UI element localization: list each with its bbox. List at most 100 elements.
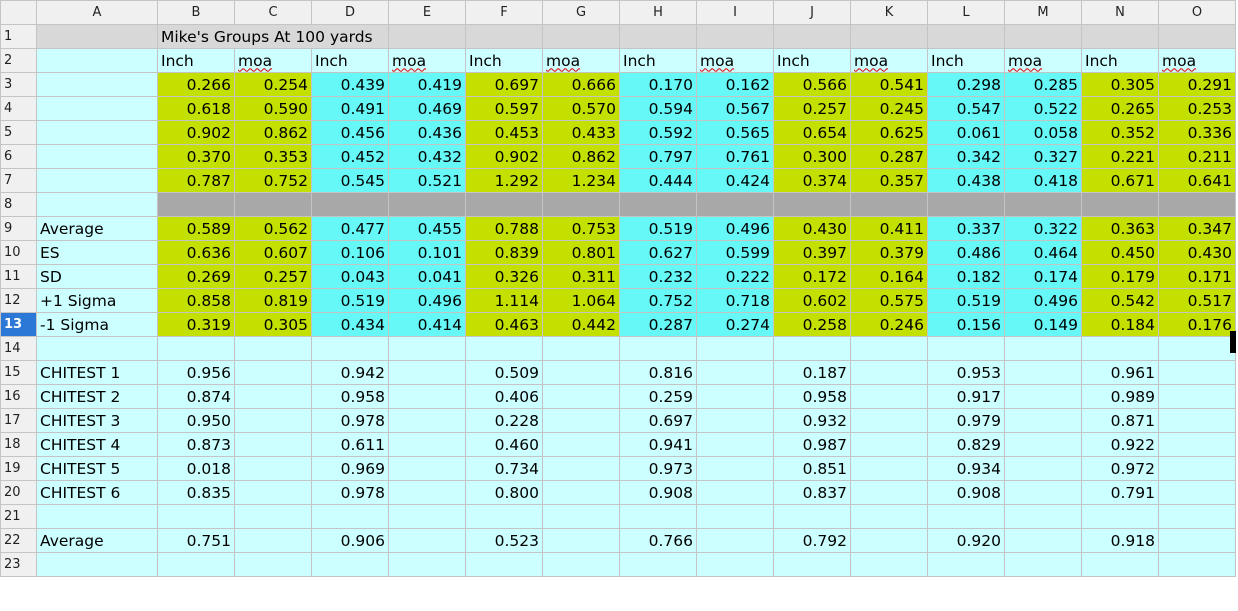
- select-all-corner[interactable]: [0, 0, 37, 25]
- cell[interactable]: [696, 408, 774, 433]
- stat-cell[interactable]: 0.434: [311, 312, 389, 337]
- separator-cell[interactable]: [1158, 192, 1236, 217]
- data-cell[interactable]: 1.292: [465, 168, 543, 193]
- unit-label-inch[interactable]: Inch: [1081, 48, 1159, 73]
- stat-cell[interactable]: 0.182: [927, 264, 1005, 289]
- stat-cell[interactable]: 0.575: [850, 288, 928, 313]
- average-cell[interactable]: 0.523: [465, 528, 543, 553]
- row-header-9[interactable]: 9: [0, 216, 37, 241]
- data-cell[interactable]: 0.565: [696, 120, 774, 145]
- data-cell[interactable]: 0.597: [465, 96, 543, 121]
- chitest-cell[interactable]: 0.987: [773, 432, 851, 457]
- column-header-o[interactable]: O: [1158, 0, 1236, 25]
- stat-label[interactable]: +1 Sigma: [36, 288, 158, 313]
- cell[interactable]: [36, 192, 158, 217]
- stat-cell[interactable]: 0.149: [1004, 312, 1082, 337]
- cell[interactable]: [1158, 360, 1236, 385]
- cell[interactable]: [1158, 504, 1236, 529]
- cell[interactable]: [1004, 528, 1082, 553]
- data-cell[interactable]: 0.298: [927, 72, 1005, 97]
- data-cell[interactable]: 0.266: [157, 72, 235, 97]
- cell[interactable]: [1158, 552, 1236, 577]
- unit-label-moa[interactable]: moa: [388, 48, 466, 73]
- data-cell[interactable]: 0.061: [927, 120, 1005, 145]
- unit-label-inch[interactable]: Inch: [927, 48, 1005, 73]
- row-header-2[interactable]: 2: [0, 48, 37, 73]
- cell[interactable]: [1158, 24, 1236, 49]
- chitest-cell[interactable]: 0.972: [1081, 456, 1159, 481]
- stat-cell[interactable]: 0.463: [465, 312, 543, 337]
- cell[interactable]: [388, 384, 466, 409]
- cell[interactable]: [542, 384, 620, 409]
- cell[interactable]: [542, 528, 620, 553]
- cell[interactable]: [850, 336, 928, 361]
- cell[interactable]: [388, 552, 466, 577]
- cell[interactable]: [696, 456, 774, 481]
- stat-cell[interactable]: 0.257: [234, 264, 312, 289]
- unit-label-moa[interactable]: moa: [234, 48, 312, 73]
- data-cell[interactable]: 0.521: [388, 168, 466, 193]
- cell[interactable]: [542, 432, 620, 457]
- column-header-a[interactable]: A: [36, 0, 158, 25]
- chitest-cell[interactable]: 0.871: [1081, 408, 1159, 433]
- row-header-4[interactable]: 4: [0, 96, 37, 121]
- cell[interactable]: [36, 504, 158, 529]
- cell[interactable]: [234, 408, 312, 433]
- cell[interactable]: [1004, 552, 1082, 577]
- stat-cell[interactable]: 0.287: [619, 312, 697, 337]
- stat-cell[interactable]: 0.442: [542, 312, 620, 337]
- cell[interactable]: [696, 552, 774, 577]
- cell[interactable]: [927, 504, 1005, 529]
- chitest-cell[interactable]: 0.851: [773, 456, 851, 481]
- cell[interactable]: [388, 408, 466, 433]
- cell[interactable]: [1004, 456, 1082, 481]
- cell[interactable]: [388, 456, 466, 481]
- data-cell[interactable]: 0.433: [542, 120, 620, 145]
- cell[interactable]: [157, 504, 235, 529]
- chitest-cell[interactable]: 0.874: [157, 384, 235, 409]
- data-cell[interactable]: 0.570: [542, 96, 620, 121]
- stat-cell[interactable]: 0.041: [388, 264, 466, 289]
- data-cell[interactable]: 0.902: [465, 144, 543, 169]
- stat-cell[interactable]: 0.269: [157, 264, 235, 289]
- data-cell[interactable]: 0.353: [234, 144, 312, 169]
- stat-cell[interactable]: 0.607: [234, 240, 312, 265]
- stat-cell[interactable]: 0.347: [1158, 216, 1236, 241]
- chitest-cell[interactable]: 0.953: [927, 360, 1005, 385]
- separator-cell[interactable]: [619, 192, 697, 217]
- unit-label-inch[interactable]: Inch: [465, 48, 543, 73]
- column-header-c[interactable]: C: [234, 0, 312, 25]
- row-header-23[interactable]: 23: [0, 552, 37, 577]
- cell[interactable]: [1004, 360, 1082, 385]
- chitest-cell[interactable]: 0.406: [465, 384, 543, 409]
- stat-cell[interactable]: 0.274: [696, 312, 774, 337]
- data-cell[interactable]: 1.234: [542, 168, 620, 193]
- cell[interactable]: [157, 552, 235, 577]
- stat-cell[interactable]: 0.455: [388, 216, 466, 241]
- row-header-16[interactable]: 16: [0, 384, 37, 409]
- separator-cell[interactable]: [157, 192, 235, 217]
- chitest-label[interactable]: CHITEST 6: [36, 480, 158, 505]
- stat-cell[interactable]: 0.496: [388, 288, 466, 313]
- cell[interactable]: [36, 336, 158, 361]
- row-header-13[interactable]: 13: [0, 312, 37, 337]
- data-cell[interactable]: 0.545: [311, 168, 389, 193]
- stat-cell[interactable]: 0.517: [1158, 288, 1236, 313]
- data-cell[interactable]: 0.291: [1158, 72, 1236, 97]
- stat-cell[interactable]: 0.172: [773, 264, 851, 289]
- stat-cell[interactable]: 0.363: [1081, 216, 1159, 241]
- data-cell[interactable]: 0.625: [850, 120, 928, 145]
- cell[interactable]: [850, 360, 928, 385]
- row-header-11[interactable]: 11: [0, 264, 37, 289]
- stat-cell[interactable]: 0.305: [234, 312, 312, 337]
- cell[interactable]: [1158, 384, 1236, 409]
- separator-cell[interactable]: [773, 192, 851, 217]
- stat-cell[interactable]: 0.311: [542, 264, 620, 289]
- cell[interactable]: [388, 528, 466, 553]
- stat-cell[interactable]: 0.326: [465, 264, 543, 289]
- average-cell[interactable]: 0.751: [157, 528, 235, 553]
- row-header-20[interactable]: 20: [0, 480, 37, 505]
- row-header-17[interactable]: 17: [0, 408, 37, 433]
- stat-cell[interactable]: 0.464: [1004, 240, 1082, 265]
- unit-label-inch[interactable]: Inch: [619, 48, 697, 73]
